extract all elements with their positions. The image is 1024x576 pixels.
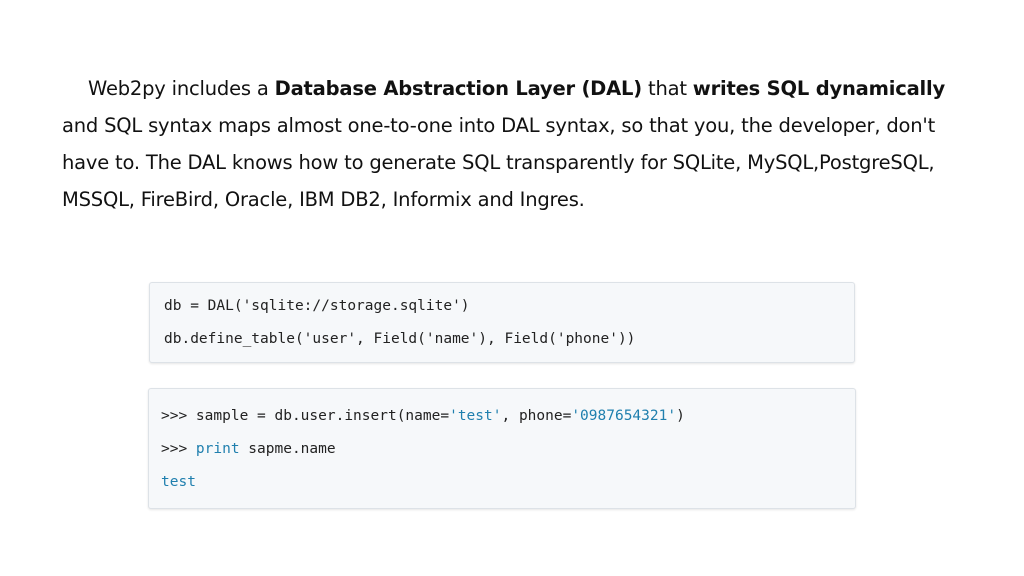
- paragraph-text: that: [642, 77, 693, 100]
- sql-emphasis: writes SQL dynamically: [692, 77, 946, 100]
- string-literal: 'test': [449, 408, 502, 424]
- code-line: db.define_table('user', Field('name'), F…: [164, 331, 636, 347]
- code-block-console-session: >>> sample = db.user.insert(name='test',…: [148, 388, 856, 509]
- console-line-print: >>> print sapme.name: [161, 438, 855, 471]
- paragraph-text: and SQL syntax maps almost one-to-one in…: [62, 114, 936, 211]
- code-text: >>> sample = db.user.insert(name=: [161, 408, 450, 424]
- intro-paragraph: Web2py includes a Database Abstraction L…: [62, 70, 982, 218]
- console-line-insert: >>> sample = db.user.insert(name='test',…: [161, 405, 855, 438]
- prompt: >>>: [161, 441, 196, 457]
- console-output: test: [161, 474, 196, 490]
- code-line: db = DAL('sqlite://storage.sqlite'): [164, 298, 470, 314]
- code-text: , phone=: [501, 408, 572, 424]
- code-text: sapme.name: [239, 441, 336, 457]
- paragraph-text: Web2py includes a: [88, 77, 275, 100]
- dal-emphasis: Database Abstraction Layer (DAL): [274, 77, 643, 100]
- string-literal: '0987654321': [571, 408, 677, 424]
- code-block-dal-definition: db = DAL('sqlite://storage.sqlite') db.d…: [149, 282, 855, 363]
- print-keyword: print: [195, 441, 240, 457]
- code-text: ): [676, 408, 685, 424]
